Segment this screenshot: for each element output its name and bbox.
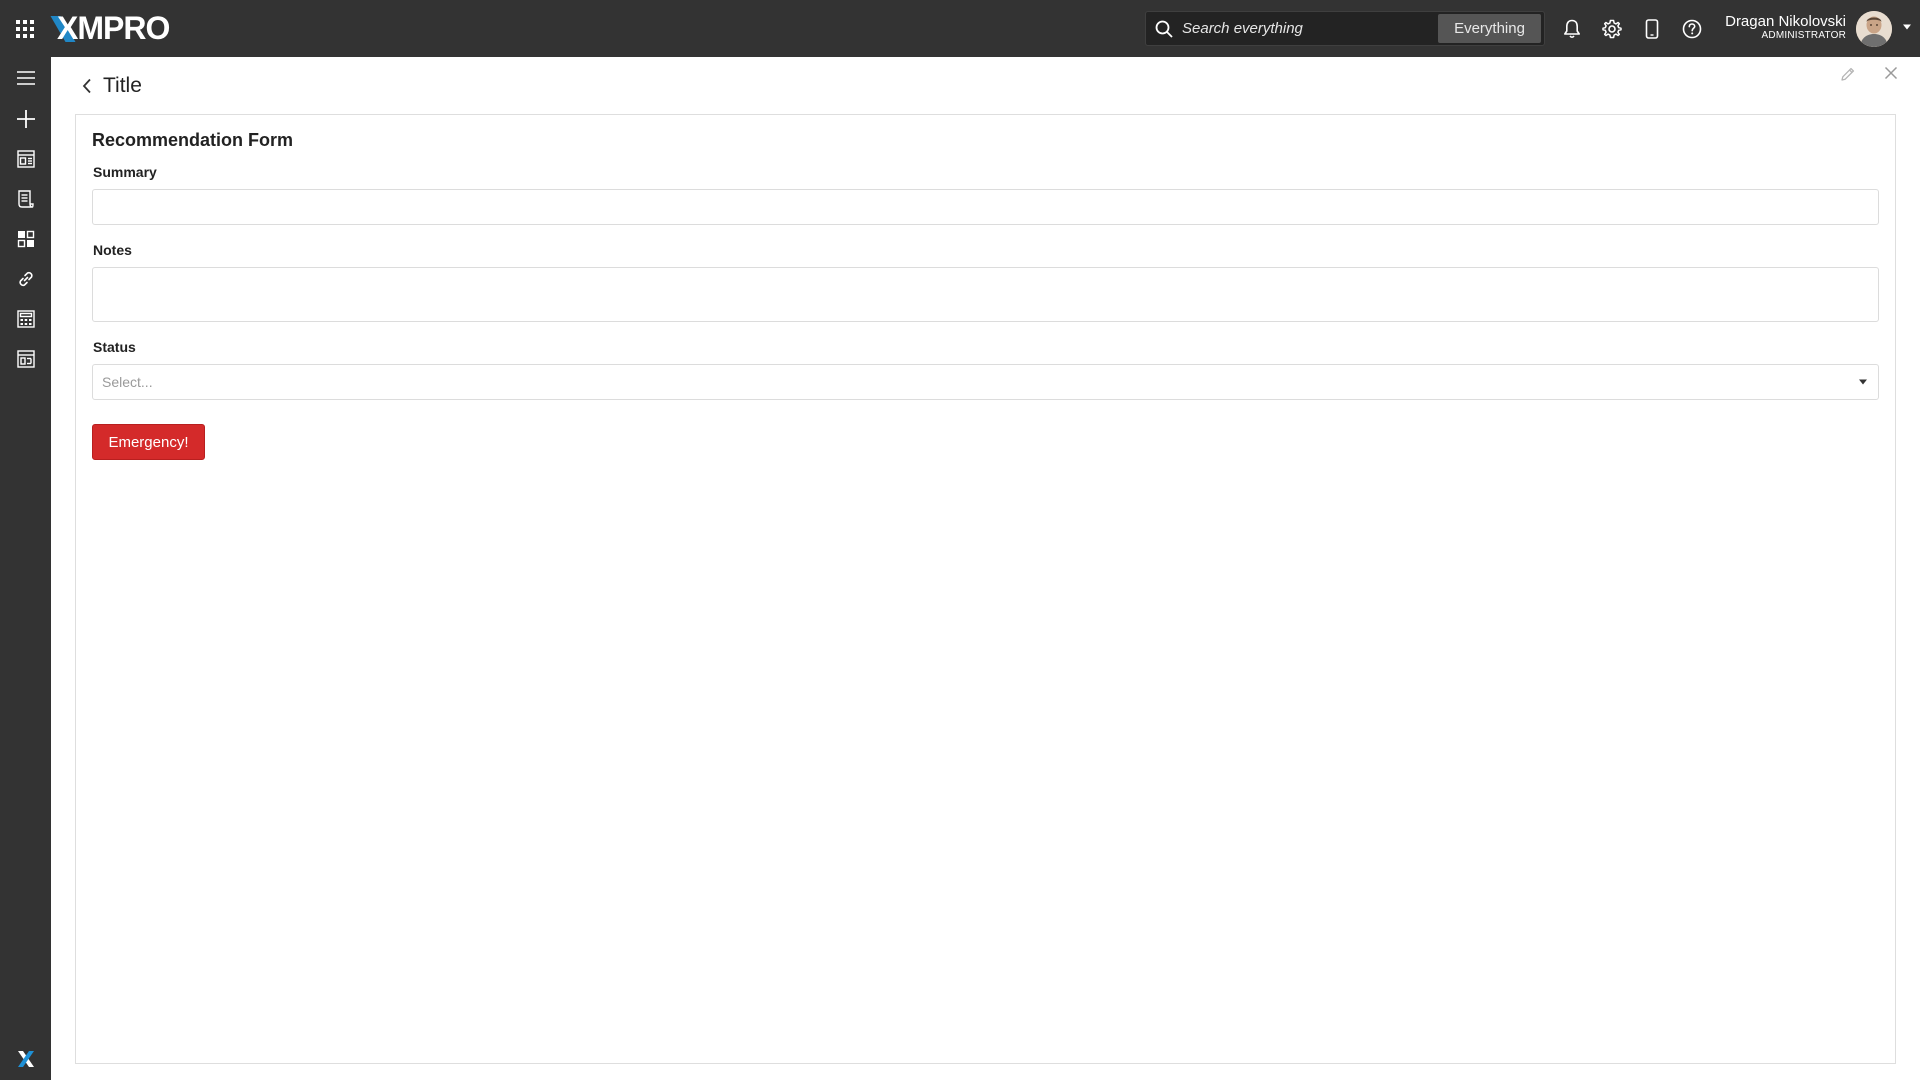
notes-textarea[interactable]: [93, 268, 1878, 321]
back-button[interactable]: [77, 76, 97, 96]
user-role: ADMINISTRATOR: [1761, 30, 1846, 41]
recommendation-form-card: Recommendation Form Summary Notes Status…: [75, 114, 1896, 1064]
notes-field-wrapper: [92, 267, 1879, 322]
user-name: Dragan Nikolovski: [1725, 13, 1846, 30]
summary-field-wrapper: [92, 189, 1879, 225]
sidebar-item-dashboards[interactable]: [0, 140, 51, 178]
search-icon[interactable]: [1146, 11, 1182, 46]
gear-icon: [1602, 19, 1622, 38]
link-icon: [18, 271, 33, 287]
sidebar-item-recommendations[interactable]: [0, 180, 51, 218]
apps-grid-button[interactable]: [0, 0, 50, 57]
notes-label: Notes: [93, 242, 132, 258]
plus-icon: [16, 110, 35, 128]
help-icon: [1682, 19, 1702, 38]
user-avatar-icon: [1856, 11, 1892, 47]
top-icon-group: [1552, 0, 1712, 57]
bell-icon: [1564, 19, 1580, 38]
caret-down-icon: [1859, 379, 1867, 385]
summary-label: Summary: [93, 164, 157, 180]
document-list-icon: [17, 190, 34, 208]
grid-apps-icon: [16, 19, 34, 38]
global-search: Everything: [1145, 11, 1545, 46]
pencil-icon: [1841, 67, 1855, 81]
summary-input[interactable]: [93, 190, 1878, 224]
notifications-button[interactable]: [1552, 0, 1592, 57]
sidebar-menu-toggle[interactable]: [0, 59, 51, 97]
sidebar-item-integrations[interactable]: [0, 260, 51, 298]
dropdown-caret: [1848, 365, 1878, 399]
caret-down-icon: [1903, 24, 1911, 30]
user-info[interactable]: Dragan Nikolovski ADMINISTRATOR: [1725, 13, 1846, 42]
top-bar: XMPRO Everything: [0, 0, 1920, 57]
sidebar-item-apps[interactable]: [0, 300, 51, 338]
close-page-button[interactable]: [1881, 63, 1901, 83]
mobile-preview-button[interactable]: [1632, 0, 1672, 57]
left-sidebar: [0, 57, 51, 1080]
dashboard-icon: [16, 150, 35, 168]
sidebar-item-add[interactable]: [0, 100, 51, 138]
status-label: Status: [93, 339, 136, 355]
menu-icon: [16, 71, 35, 85]
chevron-left-icon: [82, 78, 91, 94]
avatar[interactable]: [1856, 11, 1892, 47]
form-title: Recommendation Form: [92, 130, 294, 150]
page-title: Title: [103, 74, 142, 97]
calendar-app-icon: [16, 350, 35, 368]
xmpro-footer-logo[interactable]: [0, 1038, 51, 1080]
user-menu-caret[interactable]: [1900, 20, 1914, 34]
brand-text: MPRO: [77, 10, 170, 46]
page-header: Title: [51, 57, 1920, 114]
xmpro-logo[interactable]: X MPRO: [57, 10, 170, 47]
sidebar-item-widgets[interactable]: [0, 220, 51, 258]
mobile-device-icon: [1645, 18, 1659, 39]
widgets-icon: [17, 230, 34, 248]
xmpro-x-logo-icon: [17, 1051, 34, 1067]
status-select[interactable]: Select...: [92, 364, 1879, 400]
search-input[interactable]: [1182, 12, 1438, 45]
status-select-placeholder: Select...: [102, 374, 153, 390]
help-button[interactable]: [1672, 0, 1712, 57]
emergency-button[interactable]: Emergency!: [92, 424, 205, 460]
settings-button[interactable]: [1592, 0, 1632, 57]
close-icon: [1884, 66, 1898, 80]
edit-page-button[interactable]: [1838, 64, 1858, 84]
search-scope-button[interactable]: Everything: [1438, 14, 1541, 43]
sidebar-item-templates[interactable]: [0, 340, 51, 378]
calculator-app-icon: [16, 310, 35, 328]
